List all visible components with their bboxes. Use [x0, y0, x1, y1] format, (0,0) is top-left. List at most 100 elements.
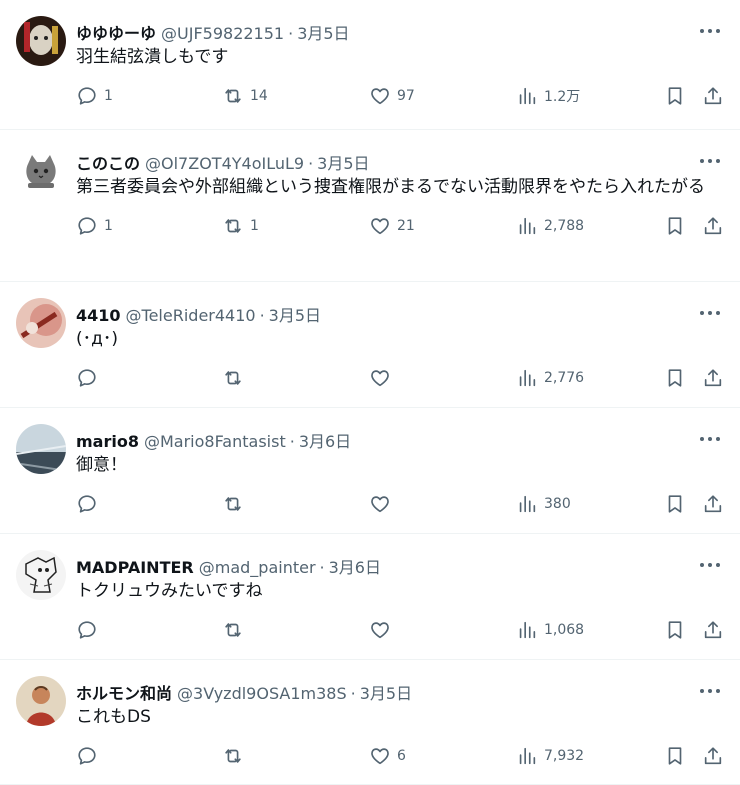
reply-button[interactable]	[76, 616, 104, 644]
bookmark-button[interactable]	[664, 490, 686, 518]
user-handle[interactable]: @Ol7ZOT4Y4oILuL9	[145, 154, 304, 173]
tweet[interactable]: MADPAINTER @mad_painter · 3月6日 トクリュウみたいで…	[0, 534, 740, 660]
retweet-icon	[225, 89, 241, 103]
action-bar: 1 1 21 2,788	[76, 200, 724, 258]
like-count: 21	[397, 218, 415, 234]
bookmark-button[interactable]	[664, 616, 686, 644]
views-button[interactable]: 1.2万	[516, 82, 580, 110]
tweet[interactable]: このこの @Ol7ZOT4Y4oILuL9 · 3月5日 第三者委員会や外部組織…	[0, 130, 740, 282]
views-count: 1.2万	[544, 89, 581, 105]
retweet-button[interactable]: 14	[222, 82, 268, 110]
like-button[interactable]: 6	[369, 742, 406, 770]
timestamp[interactable]: 3月6日	[299, 428, 351, 452]
action-bar: 6 7,932	[76, 730, 724, 785]
timestamp[interactable]: 3月6日	[329, 554, 381, 578]
bookmark-icon	[668, 747, 682, 765]
views-count: 7,932	[544, 748, 585, 764]
display-name[interactable]: MADPAINTER	[76, 558, 194, 577]
more-icon[interactable]	[698, 22, 722, 40]
views-button[interactable]: 7,932	[516, 742, 584, 770]
retweet-icon	[225, 219, 241, 233]
retweet-icon	[225, 497, 241, 511]
more-icon[interactable]	[698, 556, 722, 574]
more-icon[interactable]	[698, 152, 722, 170]
display-name[interactable]: 4410	[76, 306, 121, 325]
bookmark-button[interactable]	[664, 364, 686, 392]
avatar[interactable]	[16, 298, 66, 348]
action-bar: 2,776	[76, 352, 724, 410]
more-icon[interactable]	[698, 430, 722, 448]
reply-icon	[78, 217, 96, 235]
reply-icon	[78, 87, 96, 105]
avatar[interactable]	[16, 16, 66, 66]
views-button[interactable]: 380	[516, 490, 571, 518]
reply-button[interactable]: 1	[76, 212, 113, 240]
views-icon	[519, 369, 536, 387]
user-handle[interactable]: @Mario8Fantasist	[144, 432, 286, 451]
share-icon	[704, 87, 722, 105]
like-button[interactable]	[369, 364, 397, 392]
share-icon	[704, 217, 722, 235]
display-name[interactable]: ゆゆゆーゆ	[76, 20, 156, 44]
display-name[interactable]: mario8	[76, 432, 139, 451]
share-button[interactable]	[702, 616, 724, 644]
like-count: 6	[397, 748, 406, 764]
tweet[interactable]: 4410 @TeleRider4410 · 3月5日 (･д･) 2,776	[0, 282, 740, 408]
share-icon	[704, 369, 722, 387]
like-icon	[371, 496, 389, 513]
share-button[interactable]	[702, 364, 724, 392]
timestamp[interactable]: 3月5日	[317, 150, 369, 174]
user-handle[interactable]: @mad_painter	[199, 558, 316, 577]
more-icon[interactable]	[698, 304, 722, 322]
like-count: 97	[397, 88, 415, 104]
reply-button[interactable]	[76, 742, 104, 770]
action-bar: 1,068	[76, 604, 724, 662]
timestamp[interactable]: 3月5日	[360, 680, 412, 704]
reply-button[interactable]	[76, 490, 104, 518]
views-button[interactable]: 1,068	[516, 616, 584, 644]
timestamp[interactable]: 3月5日	[269, 302, 321, 326]
avatar[interactable]	[16, 550, 66, 600]
like-button[interactable]: 97	[369, 82, 415, 110]
retweet-button[interactable]: 1	[222, 212, 259, 240]
user-handle[interactable]: @3Vyzdl9OSA1m38S	[177, 684, 347, 703]
share-button[interactable]	[702, 490, 724, 518]
display-name[interactable]: このこの	[76, 150, 140, 174]
tweet[interactable]: mario8 @Mario8Fantasist · 3月6日 御意！ 380	[0, 408, 740, 534]
tweet-text: これもDS	[76, 707, 151, 727]
retweet-button[interactable]	[222, 742, 250, 770]
avatar[interactable]	[16, 424, 66, 474]
reply-button[interactable]	[76, 364, 104, 392]
retweet-button[interactable]	[222, 616, 250, 644]
avatar[interactable]	[16, 676, 66, 726]
action-bar: 1 14 97 1.2万	[76, 70, 724, 128]
share-button[interactable]	[702, 742, 724, 770]
bookmark-button[interactable]	[664, 82, 686, 110]
reply-button[interactable]: 1	[76, 82, 113, 110]
like-button[interactable]	[369, 490, 397, 518]
more-icon[interactable]	[698, 682, 722, 700]
display-name[interactable]: ホルモン和尚	[76, 680, 172, 704]
like-button[interactable]	[369, 616, 397, 644]
like-icon	[371, 748, 389, 765]
user-handle[interactable]: @TeleRider4410	[126, 306, 256, 325]
tweet[interactable]: ゆゆゆーゆ @UJF59822151 · 3月5日 羽生結弦潰しもです 1 14…	[0, 0, 740, 130]
reply-icon	[78, 621, 96, 639]
avatar[interactable]	[16, 146, 66, 196]
views-icon	[519, 495, 536, 513]
views-button[interactable]: 2,788	[516, 212, 584, 240]
tweet-text: 第三者委員会や外部組織という捜査権限がまるでない活動限界をやたら入れたがる	[76, 177, 705, 197]
bookmark-button[interactable]	[664, 742, 686, 770]
views-button[interactable]: 2,776	[516, 364, 584, 392]
like-button[interactable]: 21	[369, 212, 415, 240]
reply-icon	[78, 369, 96, 387]
retweet-button[interactable]	[222, 490, 250, 518]
bookmark-button[interactable]	[664, 212, 686, 240]
share-button[interactable]	[702, 82, 724, 110]
tweet[interactable]: ホルモン和尚 @3Vyzdl9OSA1m38S · 3月5日 これもDS 6 7…	[0, 660, 740, 785]
timestamp[interactable]: 3月5日	[297, 20, 349, 44]
user-handle[interactable]: @UJF59822151	[161, 24, 284, 43]
tweet-header: ホルモン和尚 @3Vyzdl9OSA1m38S · 3月5日	[76, 660, 724, 704]
share-button[interactable]	[702, 212, 724, 240]
retweet-button[interactable]	[222, 364, 250, 392]
